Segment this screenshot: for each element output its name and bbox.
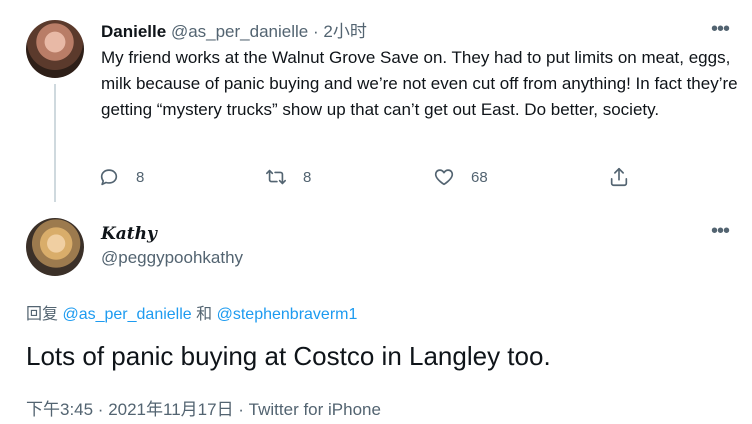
parent-tweet-text: My friend works at the Walnut Grove Save…: [101, 48, 738, 119]
retweet-count: 8: [303, 168, 312, 186]
replying-to-line: 回复 @as_per_danielle 和 @stephenbraverm1: [26, 300, 357, 324]
heart-icon: [434, 169, 454, 186]
tweet-actions: 8 8 68: [98, 165, 658, 189]
like-button[interactable]: 68: [433, 165, 488, 189]
replying-conjunction: 和: [196, 306, 213, 323]
retweet-button[interactable]: 8: [265, 165, 311, 189]
thread-connector-line: [54, 84, 56, 202]
parent-tweet-header: Danielle @as_per_danielle · 2小时: [101, 22, 367, 42]
display-name[interactable]: Danielle: [101, 22, 166, 41]
reply-display-name[interactable]: Kathy: [101, 224, 157, 244]
mention-link[interactable]: @stephenbraverm1: [217, 306, 358, 323]
tweet-meta-timestamp[interactable]: 下午3:45 · 2021年11月17日 · Twitter for iPhon…: [26, 395, 381, 420]
tweet-time[interactable]: 2小时: [323, 22, 366, 41]
reply-user-handle[interactable]: @peggypoohkathy: [101, 248, 243, 268]
reply-bubble-icon: [100, 169, 118, 186]
retweet-icon: [266, 169, 286, 185]
reply-count: 8: [136, 168, 145, 186]
avatar-kathy[interactable]: [26, 218, 84, 276]
header-separator: ·: [312, 22, 319, 41]
reply-tweet-text: Lots of panic buying at Costco in Langle…: [26, 341, 551, 371]
user-handle[interactable]: @as_per_danielle: [171, 22, 308, 41]
parent-tweet[interactable]: Danielle @as_per_danielle · 2小时 ••• My f…: [0, 0, 752, 210]
more-horizontal-icon[interactable]: •••: [705, 221, 735, 246]
share-icon: [610, 167, 628, 187]
share-button[interactable]: [608, 165, 630, 189]
reply-button[interactable]: 8: [98, 165, 144, 189]
avatar-danielle[interactable]: [26, 20, 84, 78]
like-count: 68: [471, 168, 488, 186]
replying-prefix: 回复: [26, 306, 59, 323]
more-horizontal-icon[interactable]: •••: [705, 19, 735, 44]
mention-link[interactable]: @as_per_danielle: [62, 306, 191, 323]
